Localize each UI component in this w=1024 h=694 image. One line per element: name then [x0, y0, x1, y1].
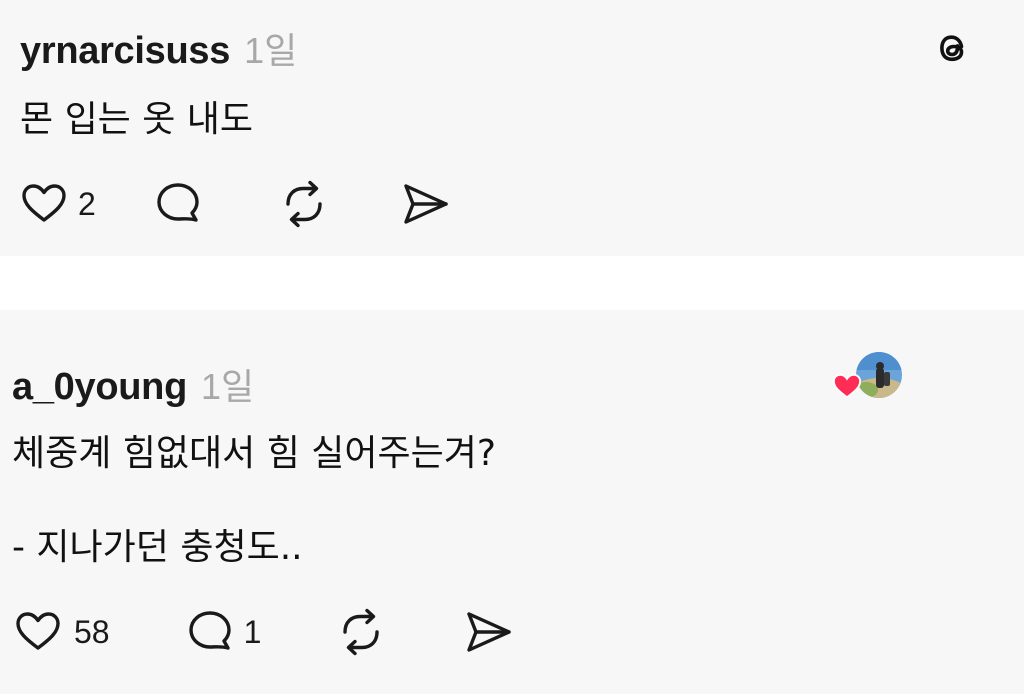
reply-button[interactable]: 1 [184, 608, 262, 656]
repost-button[interactable] [278, 178, 330, 230]
like-button[interactable]: 58 [12, 608, 110, 656]
like-count: 58 [74, 613, 110, 650]
heart-outline-icon [22, 184, 66, 222]
send-paper-plane-icon [467, 612, 512, 652]
share-button[interactable] [400, 180, 452, 228]
avatar[interactable] [856, 352, 902, 398]
like-count: 2 [78, 185, 96, 222]
post-text-line-2: - 지나가던 충청도.. [12, 527, 303, 568]
username[interactable]: a_0young [12, 366, 187, 409]
repost-arrows-icon [286, 180, 322, 228]
post-header: yrnarcisuss 1일 [20, 22, 297, 74]
heart-outline-icon [16, 612, 60, 650]
speech-bubble-icon [157, 183, 199, 222]
repost-button[interactable] [335, 606, 387, 658]
like-button[interactable]: 2 [20, 180, 96, 228]
post-separator [0, 256, 1024, 310]
post-actions: 58 1 [12, 606, 515, 658]
thread-post-1: yrnarcisuss 1일 몬 입는 옷 내도 2 [0, 0, 1024, 256]
timestamp: 1일 [200, 366, 255, 407]
repost-arrows-icon [343, 608, 380, 656]
threads-logo-icon[interactable] [928, 24, 976, 72]
post-text-line-1: 몬 입는 옷 내도 [20, 99, 254, 140]
share-button[interactable] [463, 608, 515, 656]
post-text-line-1: 체중계 힘없대서 힘 실어주는겨? [12, 433, 496, 474]
username[interactable]: yrnarcisuss [20, 30, 230, 73]
post-header: a_0young 1일 [12, 358, 254, 410]
liked-heart-icon [832, 373, 862, 399]
liked-by-avatar[interactable] [832, 352, 904, 404]
thread-post-2: a_0young 1일 체중계 힘없대서 힘 실어주는겨? - 지나가던 충청도… [0, 310, 1024, 694]
avatar-photo [856, 352, 902, 398]
reply-button[interactable] [152, 180, 204, 228]
post-actions: 2 [20, 178, 452, 230]
speech-bubble-icon [188, 611, 231, 650]
timestamp: 1일 [244, 30, 298, 71]
send-paper-plane-icon [404, 184, 448, 224]
reply-count: 1 [243, 613, 262, 650]
